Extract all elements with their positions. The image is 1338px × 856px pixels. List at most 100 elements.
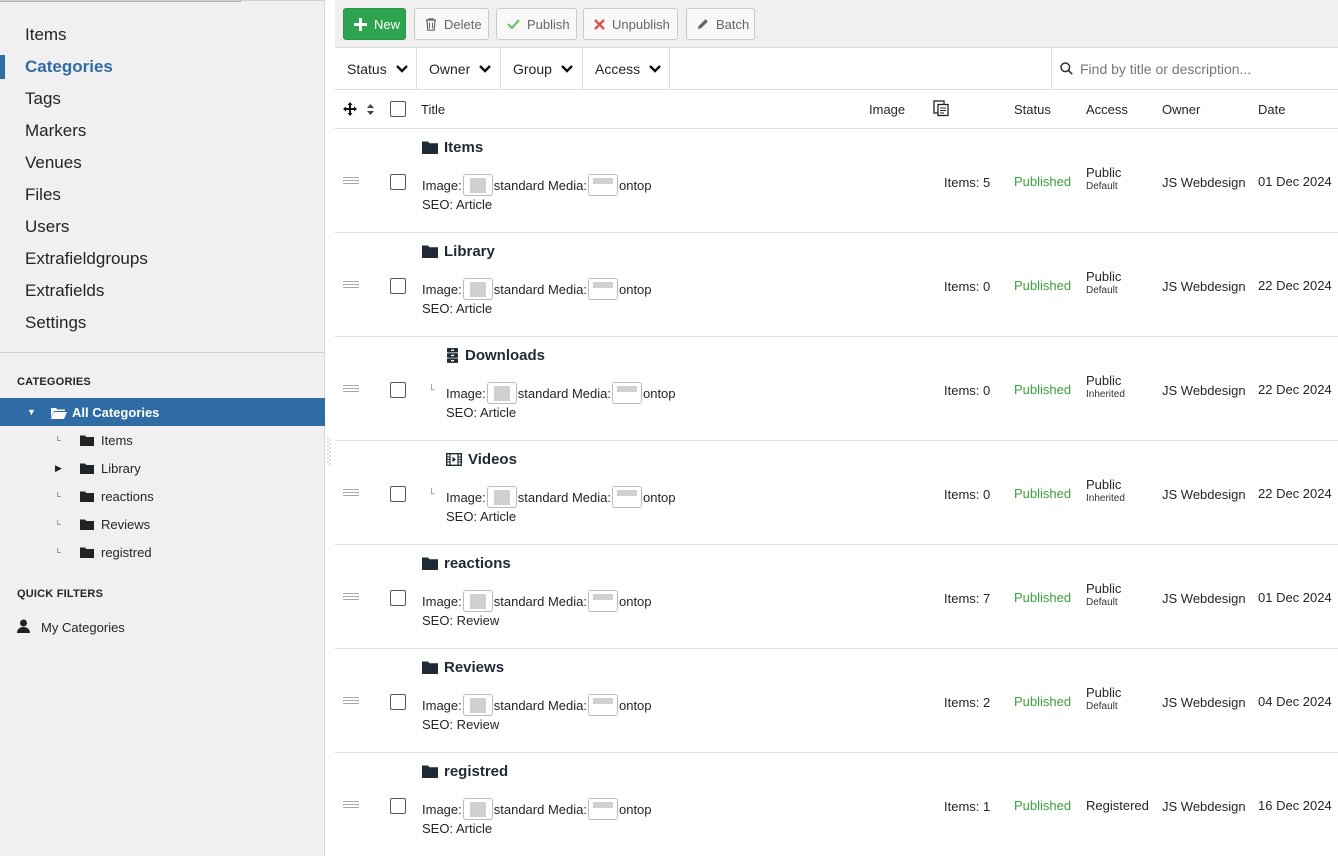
drag-handle[interactable] [343, 801, 359, 809]
date-column-header[interactable]: Date [1258, 102, 1285, 117]
chevron-down-icon [479, 64, 492, 73]
quick-filter-my-categories[interactable]: My Categories [17, 619, 125, 636]
search-input[interactable]: Find by title or description... [1051, 48, 1338, 89]
owner-cell: JS Webdesign [1162, 695, 1246, 710]
row-checkbox[interactable] [390, 382, 406, 398]
archive-icon [446, 348, 459, 363]
status-toggle[interactable]: Published [1014, 382, 1071, 397]
category-title-link[interactable]: Library [422, 243, 495, 260]
tree-item-library[interactable]: ▶ Library [0, 454, 325, 482]
sidebar-resize-handle[interactable] [327, 436, 331, 468]
caret-down-icon[interactable]: ▼ [27, 407, 39, 417]
main-content: New Delete Publish Unpublish Batch Statu… [335, 0, 1338, 856]
sidebar-item-venues[interactable]: Venues [0, 147, 325, 179]
group-filter[interactable]: Group [501, 48, 583, 89]
category-title-link[interactable]: reactions [422, 555, 511, 572]
drag-handle[interactable] [343, 177, 359, 185]
drag-handle[interactable] [343, 489, 359, 497]
copy-icon[interactable] [933, 100, 950, 120]
batch-button[interactable]: Batch [686, 8, 755, 40]
delete-button[interactable]: Delete [414, 8, 489, 40]
standard-media-label: standard Media: [493, 593, 587, 609]
date-cell: 01 Dec 2024 [1258, 174, 1332, 189]
access-cell: Public Default [1086, 269, 1121, 296]
owner-filter[interactable]: Owner [417, 48, 501, 89]
access-cell: Registered [1086, 798, 1149, 813]
tree-connector: └ [55, 491, 61, 501]
row-checkbox[interactable] [390, 174, 406, 190]
drag-handle[interactable] [343, 593, 359, 601]
publish-button[interactable]: Publish [496, 8, 577, 40]
status-toggle[interactable]: Published [1014, 798, 1071, 813]
standard-media-label: standard Media: [493, 177, 587, 193]
category-title-link[interactable]: Videos [446, 451, 517, 468]
delete-button-label: Delete [444, 16, 482, 32]
media-placeholder-icon [611, 486, 642, 508]
select-all-checkbox[interactable] [390, 101, 406, 117]
image-placeholder-icon [462, 174, 493, 196]
sidebar-item-users[interactable]: Users [0, 211, 325, 243]
row-checkbox[interactable] [390, 590, 406, 606]
sidebar-item-categories[interactable]: Categories [0, 51, 325, 83]
category-title-link[interactable]: Reviews [422, 659, 504, 676]
image-column-header[interactable]: Image [869, 102, 905, 117]
tree-item-all-categories[interactable]: ▼ All Categories [0, 398, 325, 426]
sidebar-item-extrafieldgroups[interactable]: Extrafieldgroups [0, 243, 325, 275]
item-count: Items: 1 [944, 799, 991, 814]
status-toggle[interactable]: Published [1014, 174, 1071, 189]
status-toggle[interactable]: Published [1014, 590, 1071, 605]
sidebar-item-files[interactable]: Files [0, 179, 325, 211]
category-image-meta: Image: standard Media: ontop [422, 174, 652, 196]
sidebar-item-settings[interactable]: Settings [0, 307, 325, 339]
drag-handle[interactable] [343, 385, 359, 393]
category-title-link[interactable]: registred [422, 763, 508, 780]
sidebar-item-extrafields[interactable]: Extrafields [0, 275, 325, 307]
category-title-link[interactable]: Downloads [446, 347, 545, 364]
owner-cell: JS Webdesign [1162, 175, 1246, 190]
drag-handle[interactable] [343, 697, 359, 705]
tree-item-items[interactable]: └ Items [0, 426, 325, 454]
category-image-meta: Image: standard Media: ontop [446, 382, 676, 404]
tree-item-reviews[interactable]: └ Reviews [0, 510, 325, 538]
quick-filters-heading: QUICK FILTERS [17, 588, 104, 600]
row-checkbox[interactable] [390, 694, 406, 710]
status-toggle[interactable]: Published [1014, 486, 1071, 501]
row-checkbox[interactable] [390, 278, 406, 294]
tree-item-label: Items [101, 432, 133, 448]
owner-column-header[interactable]: Owner [1162, 102, 1200, 117]
category-title: Reviews [444, 659, 505, 676]
row-checkbox[interactable] [390, 486, 406, 502]
seo-type: SEO: Article [422, 197, 493, 212]
access-cell: Public Default [1086, 685, 1121, 712]
category-title: Downloads [465, 347, 546, 364]
item-count: Items: 0 [944, 383, 991, 398]
sidebar-item-tags[interactable]: Tags [0, 83, 325, 115]
title-column-header[interactable]: Title [421, 102, 445, 117]
tree-item-label: All Categories [72, 404, 160, 420]
status-column-header[interactable]: Status [1014, 102, 1051, 117]
image-label: Image: [446, 385, 486, 401]
move-icon[interactable] [343, 102, 357, 119]
access-filter[interactable]: Access [583, 48, 670, 89]
sidebar-item-items[interactable]: Items [0, 19, 325, 51]
unpublish-button[interactable]: Unpublish [583, 8, 678, 40]
category-title-link[interactable]: Items [422, 139, 483, 156]
standard-media-label: standard Media: [517, 385, 611, 401]
seo-type: SEO: Article [422, 821, 493, 836]
date-cell: 04 Dec 2024 [1258, 694, 1332, 709]
drag-handle[interactable] [343, 281, 359, 289]
access-source: Default [1086, 181, 1118, 192]
row-checkbox[interactable] [390, 798, 406, 814]
status-toggle[interactable]: Published [1014, 694, 1071, 709]
access-column-header[interactable]: Access [1086, 102, 1128, 117]
caret-right-icon[interactable]: ▶ [55, 463, 63, 474]
sort-icon[interactable] [366, 103, 375, 119]
status-toggle[interactable]: Published [1014, 278, 1071, 293]
owner-cell: JS Webdesign [1162, 487, 1246, 502]
tree-item-registred[interactable]: └ registred [0, 538, 325, 566]
tree-item-reactions[interactable]: └ reactions [0, 482, 325, 510]
date-cell: 22 Dec 2024 [1258, 278, 1332, 293]
new-button[interactable]: New [343, 8, 406, 40]
sidebar-item-markers[interactable]: Markers [0, 115, 325, 147]
status-filter[interactable]: Status [335, 48, 417, 89]
